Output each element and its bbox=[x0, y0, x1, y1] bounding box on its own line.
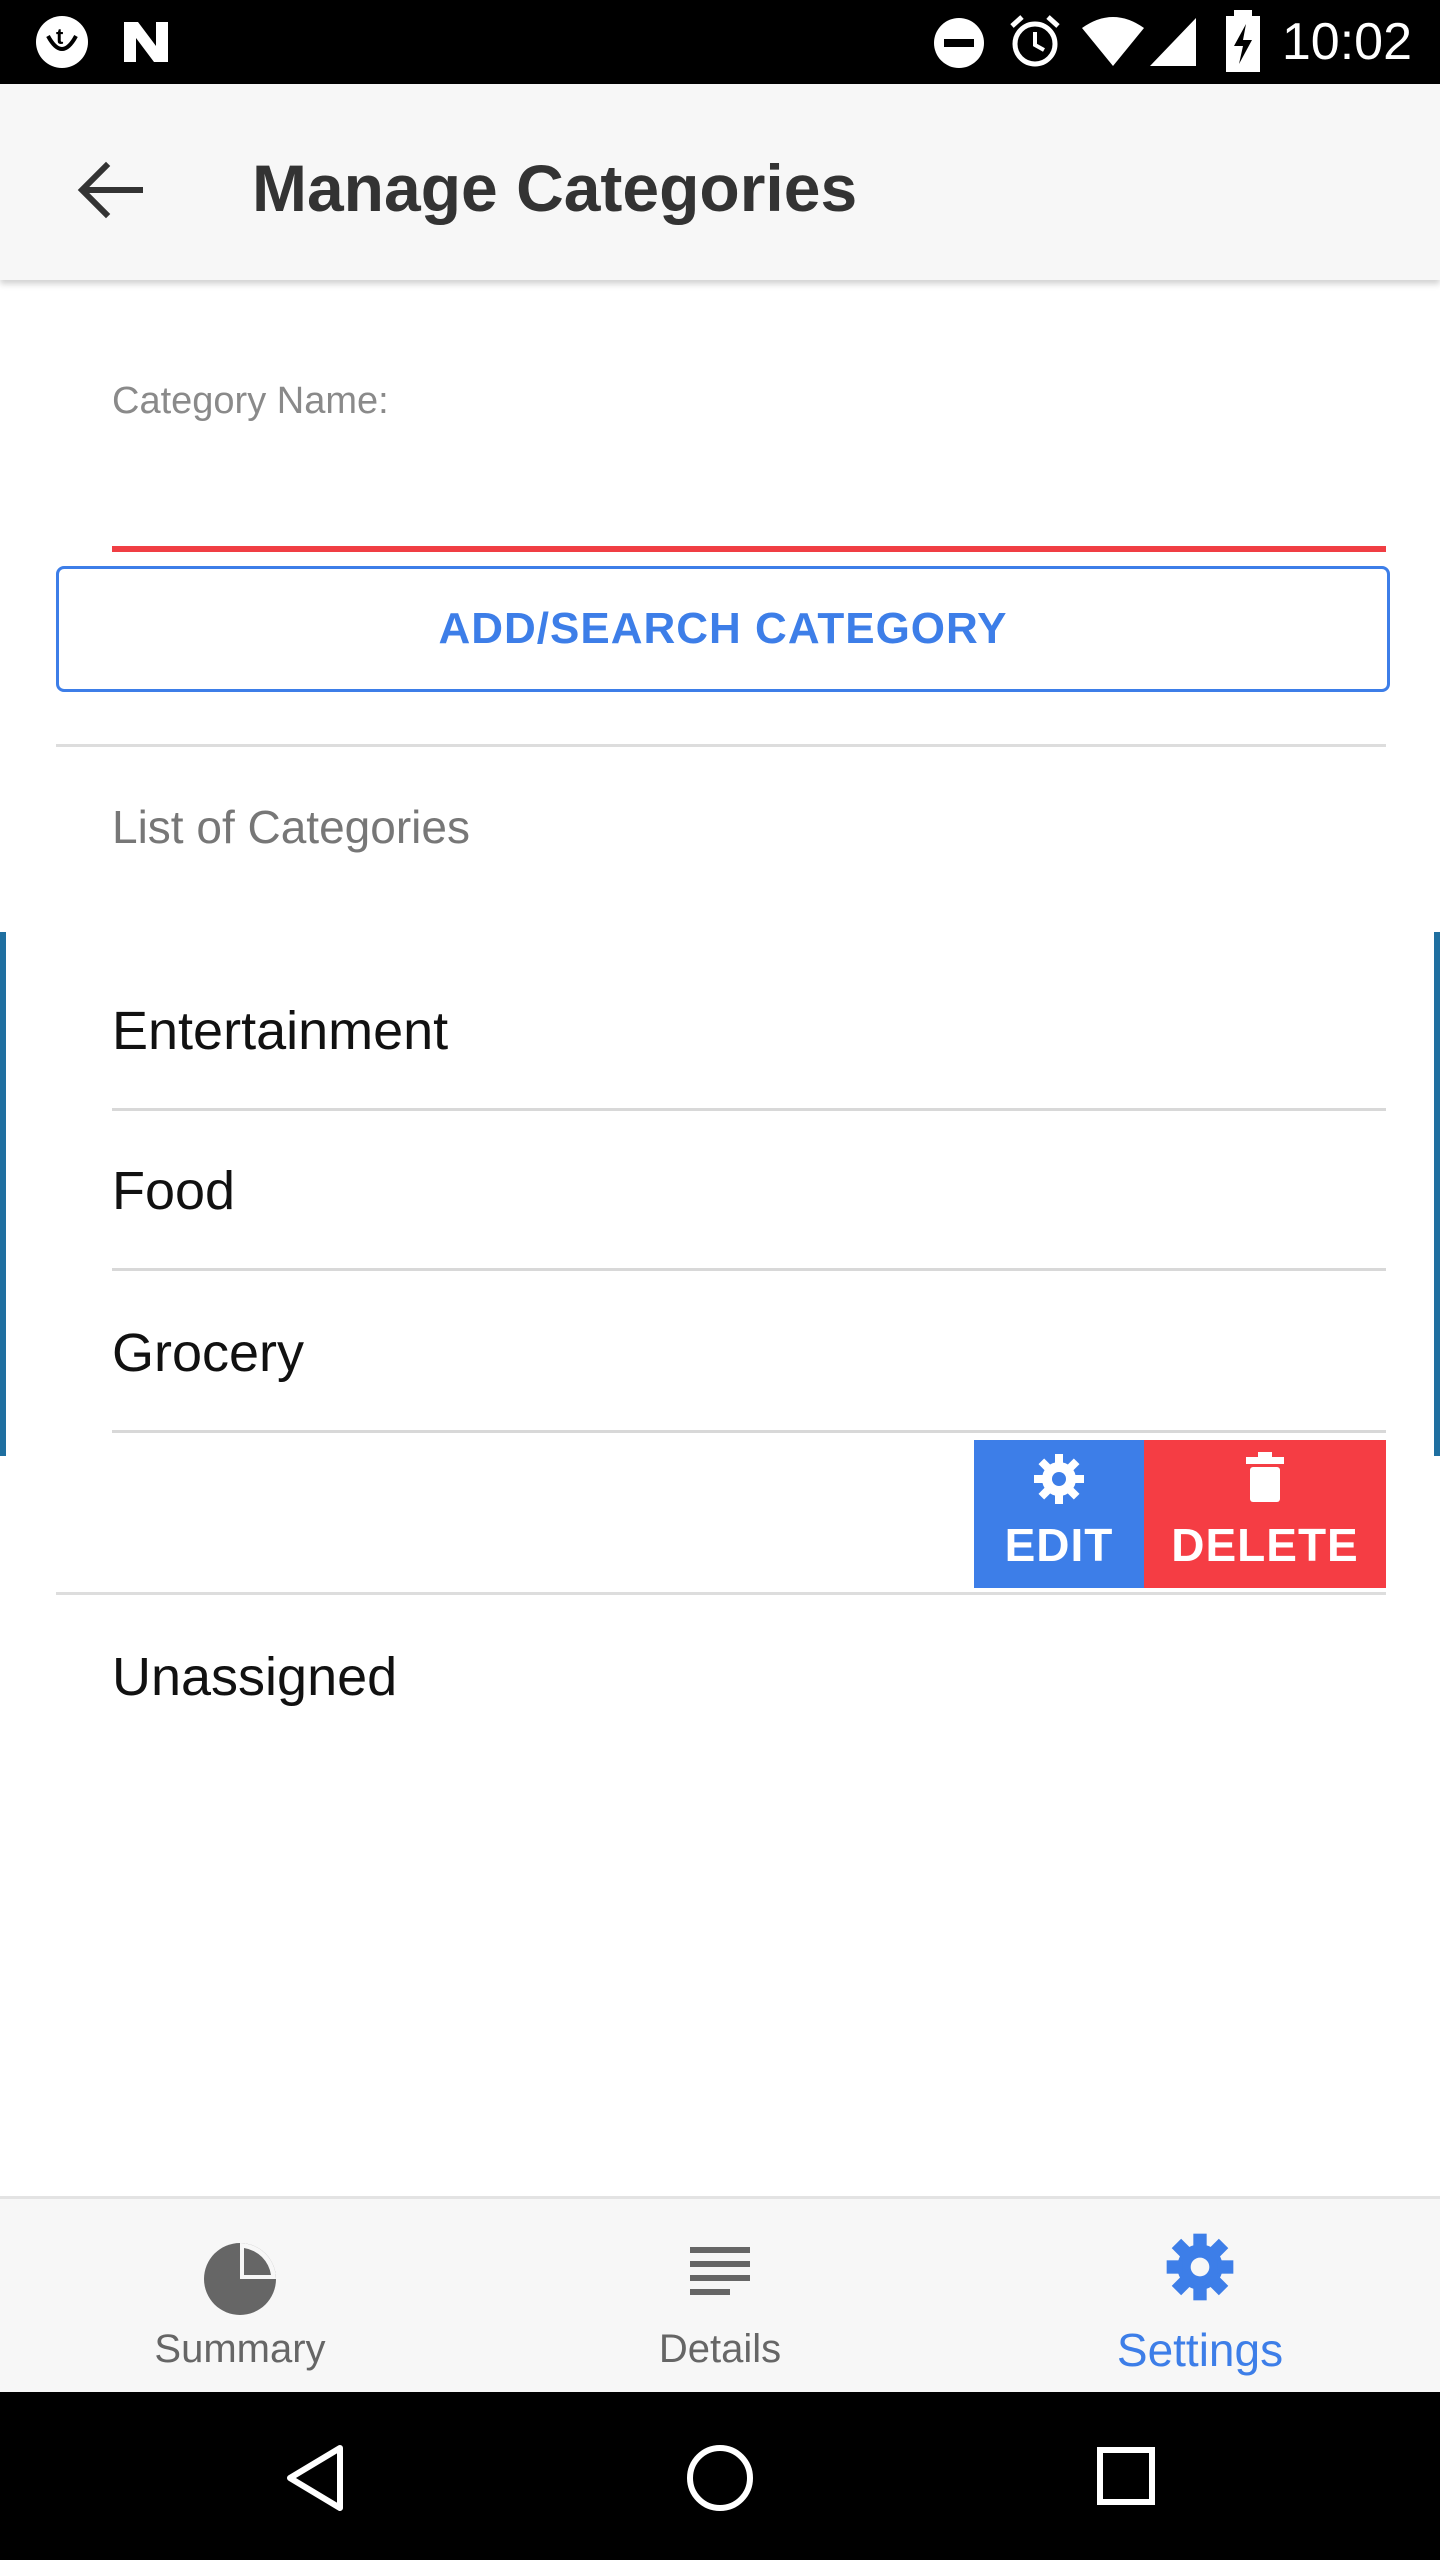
nav-details[interactable]: Details bbox=[480, 2199, 960, 2395]
edit-label: EDIT bbox=[1004, 1519, 1114, 1571]
status-bar: t 10:02 bbox=[0, 0, 1440, 84]
row-divider bbox=[112, 1268, 1386, 1271]
delete-button[interactable]: DELETE bbox=[1144, 1440, 1386, 1588]
n-notification-icon bbox=[124, 22, 168, 62]
list-item[interactable]: Grocery bbox=[112, 1322, 304, 1384]
do-not-disturb-icon bbox=[934, 18, 984, 68]
system-navigation-bar bbox=[0, 2392, 1440, 2560]
category-name-label: Category Name: bbox=[112, 380, 389, 422]
page-title: Manage Categories bbox=[252, 151, 858, 225]
trash-icon bbox=[1246, 1452, 1284, 1502]
nav-settings-label: Settings bbox=[1116, 2324, 1284, 2376]
row-divider bbox=[112, 1108, 1386, 1111]
nav-summary[interactable]: Summary bbox=[0, 2199, 480, 2395]
edit-button[interactable]: EDIT bbox=[974, 1440, 1144, 1588]
gear-icon bbox=[1166, 2233, 1234, 2301]
status-time: 10:02 bbox=[1281, 13, 1412, 71]
lines-icon bbox=[690, 2247, 750, 2295]
nav-summary-label: Summary bbox=[154, 2327, 326, 2371]
back-triangle-icon[interactable] bbox=[284, 2444, 346, 2512]
row-divider bbox=[112, 1430, 1386, 1433]
nav-settings[interactable]: Settings bbox=[960, 2199, 1440, 2395]
category-name-input[interactable] bbox=[112, 446, 1386, 552]
add-search-category-button[interactable]: ADD/SEARCH CATEGORY bbox=[56, 566, 1390, 692]
pie-chart-icon bbox=[204, 2243, 276, 2315]
left-edge-indicator bbox=[0, 932, 6, 1456]
bottom-navigation: Summary Details Settings bbox=[0, 2196, 1440, 2395]
right-edge-indicator bbox=[1434, 932, 1440, 1456]
section-divider bbox=[56, 744, 1386, 747]
svg-text:t: t bbox=[56, 24, 64, 49]
app-bar: Manage Categories bbox=[0, 84, 1440, 280]
gear-icon bbox=[1034, 1454, 1084, 1504]
delete-label: DELETE bbox=[1171, 1519, 1359, 1571]
alarm-icon bbox=[1010, 15, 1060, 67]
wifi-icon bbox=[1082, 17, 1144, 66]
list-item[interactable]: Food bbox=[112, 1160, 235, 1222]
nav-details-label: Details bbox=[658, 2327, 782, 2371]
row-divider bbox=[56, 1592, 1386, 1595]
home-circle-icon[interactable] bbox=[686, 2444, 754, 2512]
list-item[interactable]: Entertainment bbox=[112, 1000, 448, 1062]
recents-square-icon[interactable] bbox=[1096, 2446, 1156, 2506]
cellular-signal-icon bbox=[1150, 18, 1196, 66]
list-title: List of Categories bbox=[112, 801, 470, 853]
battery-charging-icon bbox=[1226, 10, 1260, 72]
notification-app-icon: t bbox=[36, 16, 88, 68]
back-arrow-icon[interactable] bbox=[70, 150, 150, 230]
list-item[interactable]: Unassigned bbox=[112, 1646, 397, 1708]
